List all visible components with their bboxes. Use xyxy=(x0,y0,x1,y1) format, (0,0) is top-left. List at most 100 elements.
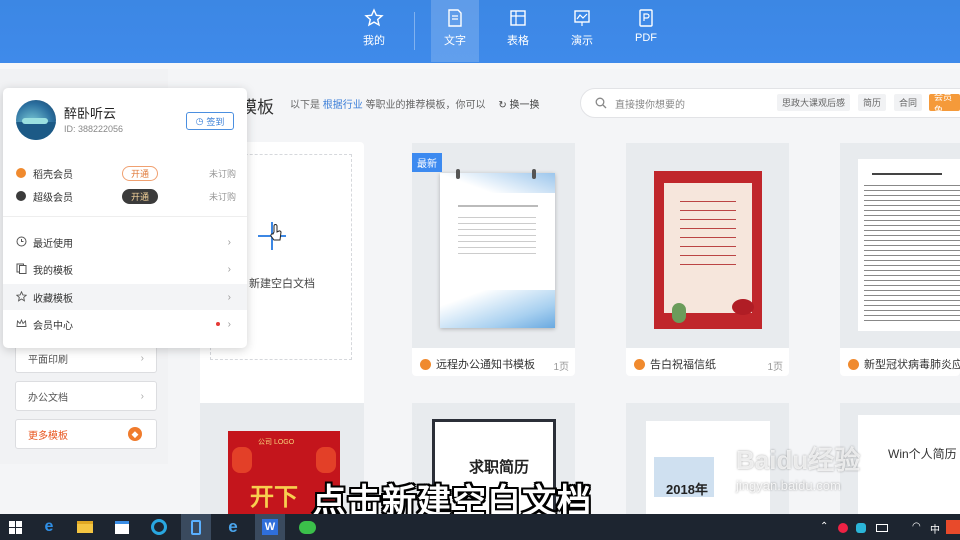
template-thumbnail xyxy=(840,143,960,348)
check-circle-icon: ◷ xyxy=(195,115,204,126)
document-icon xyxy=(448,9,462,27)
sidebar-item-label: 更多模板 xyxy=(28,430,68,442)
template-card[interactable]: 最新 远程办公通知书模板 1页 xyxy=(412,143,575,376)
pdf-icon xyxy=(639,9,653,27)
user-popup: 醉卧听云 ID: 388222056 ◷ 签到 稻壳会员 开通 未订购 超级会员 … xyxy=(3,88,247,348)
docer-logo-icon xyxy=(848,358,859,370)
baidu-watermark: Baidu经验 xyxy=(736,445,861,475)
wechat-icon xyxy=(298,520,316,534)
docer-logo-icon xyxy=(634,358,645,370)
tab-spreadsheet[interactable]: 表格 xyxy=(494,0,542,62)
menu-item-favorites[interactable]: 收藏模板 › xyxy=(3,284,247,310)
membership-label: 超级会员 xyxy=(33,192,73,204)
app-c-icon xyxy=(151,519,167,535)
menu-item-recent[interactable]: 最近使用 › xyxy=(3,229,247,255)
tray-app-icon[interactable] xyxy=(856,523,866,533)
windows-taskbar: e e W ⌃ ◠ 中 xyxy=(0,514,960,540)
taskbar-wps[interactable]: W xyxy=(255,514,285,540)
industry-link[interactable]: 根据行业 xyxy=(323,100,363,111)
template-card[interactable]: 新型冠状病毒肺炎应 xyxy=(840,143,960,376)
crown-icon xyxy=(16,318,27,327)
signin-button[interactable]: ◷ 签到 xyxy=(186,112,234,130)
tab-label: 文字 xyxy=(444,35,466,47)
swap-label: 换一换 xyxy=(509,100,540,111)
qq-icon[interactable] xyxy=(838,523,848,533)
star-outline-icon xyxy=(16,291,27,302)
star-icon xyxy=(364,8,384,27)
taskbar-phone-app[interactable] xyxy=(181,514,211,540)
taskbar-store[interactable] xyxy=(107,514,137,540)
taskbar-explorer[interactable] xyxy=(70,514,100,540)
chevron-right-icon: › xyxy=(227,291,231,303)
tab-label: 表格 xyxy=(507,35,529,47)
search-chip[interactable]: 简历 xyxy=(858,94,887,111)
template-name: 新型冠状病毒肺炎应 xyxy=(848,356,960,372)
chevron-right-icon: › xyxy=(227,236,231,248)
docer-logo-icon xyxy=(420,358,431,370)
menu-label: 会员中心 xyxy=(33,320,73,332)
folder-icon xyxy=(77,521,93,533)
top-nav-bar: 我的 文字 表格 演示 PDF xyxy=(0,0,960,63)
sidebar-item-more-templates[interactable]: 更多模板 ◆ xyxy=(15,419,157,449)
chevron-right-icon: › xyxy=(140,390,144,402)
swap-button[interactable]: ↻ 换一换 xyxy=(498,100,539,111)
search-chip[interactable]: 思政大课观后感 xyxy=(777,94,851,111)
recommend-suffix: 等职业的推荐模板，你可以 xyxy=(365,100,486,111)
search-input[interactable]: 直接搜你想要的 xyxy=(615,96,685,111)
menu-label: 我的模板 xyxy=(33,265,73,277)
subscription-state: 未订购 xyxy=(208,168,236,179)
taskbar-app[interactable] xyxy=(144,514,174,540)
taskbar-wechat[interactable] xyxy=(292,514,322,540)
template-title: 新型冠状病毒肺炎应 xyxy=(864,359,960,371)
tab-mine[interactable]: 我的 xyxy=(350,0,398,62)
template-name: 远程办公通知书模板 xyxy=(420,356,535,372)
wifi-icon[interactable]: ◠ xyxy=(912,521,921,532)
clock-icon xyxy=(16,236,27,247)
taskbar-ie[interactable]: e xyxy=(218,514,248,540)
menu-item-member-center[interactable]: 会员中心 › xyxy=(3,311,247,337)
user-id: ID: 388222056 xyxy=(64,124,124,134)
tab-pdf[interactable]: PDF xyxy=(622,0,670,62)
logo-text: 公司 LOGO xyxy=(258,439,295,446)
open-super-button[interactable]: 开通 xyxy=(122,188,158,204)
battery-icon[interactable] xyxy=(876,524,888,532)
table-icon xyxy=(510,10,526,26)
taskbar-edge[interactable]: e xyxy=(34,514,64,540)
vip-chip[interactable]: 会员免 xyxy=(929,92,960,115)
new-badge: 最新 xyxy=(412,153,442,172)
ime-indicator[interactable]: 中 xyxy=(930,521,940,536)
page-count: 1页 xyxy=(767,362,783,373)
signin-label: 签到 xyxy=(206,116,225,127)
open-membership-button[interactable]: 开通 xyxy=(122,165,158,181)
notification-dot xyxy=(216,322,220,326)
tab-label: PDF xyxy=(635,32,657,44)
plus-icon xyxy=(258,222,286,250)
docer-logo-icon: ◆ xyxy=(128,427,142,441)
edge-icon: e xyxy=(44,518,54,535)
membership-super: 超级会员 开通 未订购 xyxy=(16,187,236,205)
wps-icon: W xyxy=(262,519,278,535)
subscription-state: 未订购 xyxy=(208,191,236,202)
sogou-icon[interactable] xyxy=(946,520,960,534)
menu-item-my-templates[interactable]: 我的模板 › xyxy=(3,256,247,282)
avatar[interactable] xyxy=(16,100,56,140)
sidebar-item-label: 平面印刷 xyxy=(28,354,68,366)
chevron-right-icon: › xyxy=(227,263,231,275)
menu-label: 最近使用 xyxy=(33,238,73,250)
windows-start-button[interactable] xyxy=(0,514,30,540)
search-chip[interactable]: 合同 xyxy=(894,94,923,111)
tab-presentation[interactable]: 演示 xyxy=(558,0,606,62)
tab-writer[interactable]: 文字 xyxy=(431,0,479,62)
tray-chevron-icon[interactable]: ⌃ xyxy=(820,521,828,532)
year-text: 2018年 xyxy=(666,482,708,497)
chevron-right-icon: › xyxy=(140,352,144,364)
template-card[interactable]: 告白祝福信纸 1页 xyxy=(626,143,789,376)
sidebar-item-office-docs[interactable]: 办公文档 › xyxy=(15,381,157,411)
recommend-line: 以下是 根据行业 等职业的推荐模板，你可以 ↻ 换一换 xyxy=(290,96,540,111)
phone-icon xyxy=(191,519,201,535)
template-title: 告白祝福信纸 xyxy=(650,359,716,371)
chevron-right-icon: › xyxy=(227,318,231,330)
user-name: 醉卧听云 xyxy=(64,106,117,121)
presentation-icon xyxy=(574,10,590,26)
page-count: 1页 xyxy=(553,362,569,373)
